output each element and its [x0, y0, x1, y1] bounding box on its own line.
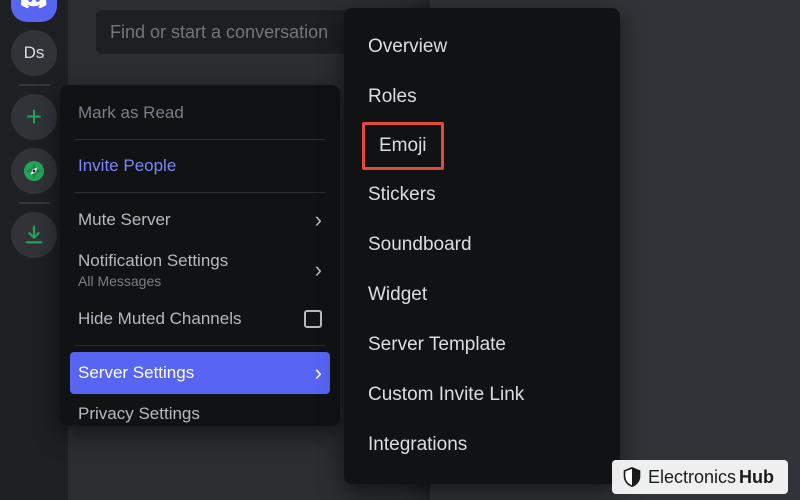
watermark-text1: Electronics [648, 467, 736, 488]
ctx-stack: Notification Settings All Messages [78, 251, 228, 289]
ctx-label: Privacy Settings [78, 404, 200, 424]
watermark-text2: Hub [739, 467, 774, 488]
shield-icon [622, 466, 642, 488]
ctx-separator [74, 192, 326, 193]
sub-overview[interactable]: Overview [362, 22, 602, 72]
ctx-label: Hide Muted Channels [78, 309, 241, 329]
chevron-right-icon: › [315, 259, 322, 281]
ctx-label: Notification Settings [78, 251, 228, 271]
sub-roles[interactable]: Roles [362, 72, 602, 122]
compass-icon [22, 159, 46, 183]
sub-soundboard[interactable]: Soundboard [362, 220, 602, 270]
sub-stickers[interactable]: Stickers [362, 170, 602, 220]
ctx-privacy-settings[interactable]: Privacy Settings [70, 394, 330, 426]
rail-separator [18, 202, 50, 204]
ctx-mark-read[interactable]: Mark as Read [70, 93, 330, 133]
ctx-label: Mute Server [78, 210, 171, 230]
plus-icon: + [26, 101, 42, 133]
server-settings-submenu: Overview Roles Emoji Stickers Soundboard… [344, 8, 620, 484]
download-icon [23, 224, 45, 246]
ctx-label: Mark as Read [78, 103, 184, 123]
sub-widget[interactable]: Widget [362, 270, 602, 320]
sub-custom-invite[interactable]: Custom Invite Link [362, 370, 602, 420]
sub-emoji-highlight: Emoji [362, 122, 602, 170]
app-root: Ds + Mark as Rea [0, 0, 800, 500]
rail-server-ds[interactable]: Ds [11, 30, 57, 76]
rail-explore[interactable] [11, 148, 57, 194]
ctx-hide-muted[interactable]: Hide Muted Channels [70, 299, 330, 339]
chevron-right-icon: › [315, 209, 322, 231]
chevron-right-icon: › [315, 362, 322, 384]
ctx-mute-server[interactable]: Mute Server › [70, 199, 330, 241]
sub-emoji[interactable]: Emoji [379, 135, 427, 157]
rail-separator [18, 84, 50, 86]
ctx-label: Server Settings [78, 363, 194, 383]
ctx-notification-settings[interactable]: Notification Settings All Messages › [70, 241, 330, 299]
rail-download[interactable] [11, 212, 57, 258]
checkbox-icon[interactable] [304, 310, 322, 328]
rail-add-server[interactable]: + [11, 94, 57, 140]
ctx-invite-people[interactable]: Invite People [70, 146, 330, 186]
ctx-server-settings[interactable]: Server Settings › [70, 352, 330, 394]
server-context-menu: Mark as Read Invite People Mute Server ›… [60, 85, 340, 426]
watermark-badge: Electronics Hub [612, 460, 788, 494]
ctx-label: Invite People [78, 156, 176, 176]
sub-integrations[interactable]: Integrations [362, 420, 602, 470]
ctx-separator [74, 139, 326, 140]
rail-home-icon[interactable] [11, 0, 57, 22]
server-rail: Ds + [0, 0, 68, 500]
ctx-sublabel: All Messages [78, 273, 161, 289]
highlight-box: Emoji [362, 122, 444, 170]
ctx-separator [74, 345, 326, 346]
discord-logo-icon [20, 0, 48, 10]
sub-server-template[interactable]: Server Template [362, 320, 602, 370]
